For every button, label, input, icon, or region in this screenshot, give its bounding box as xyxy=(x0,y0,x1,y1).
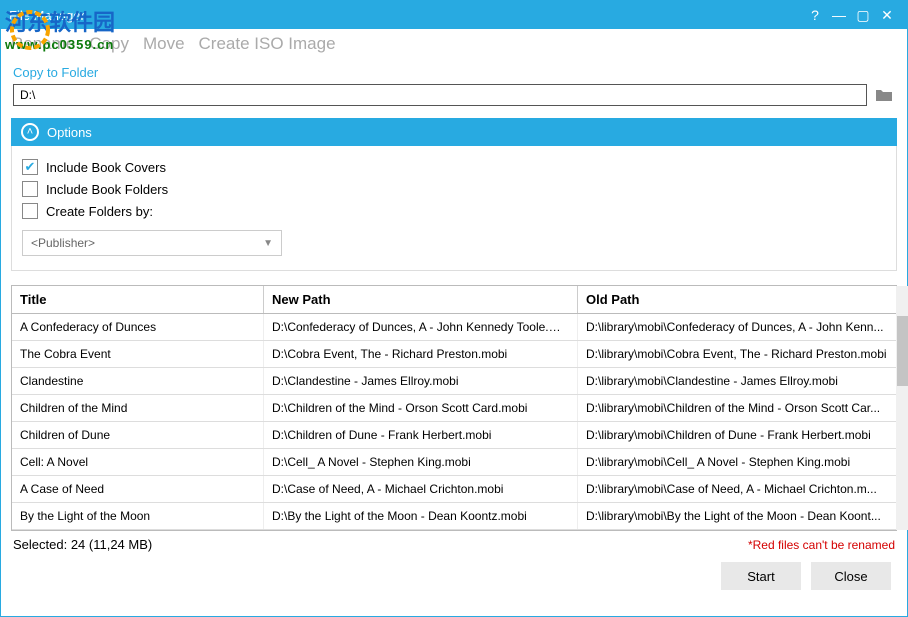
warning-text: *Red files can't be renamed xyxy=(748,538,895,552)
file-table: Title New Path Old Path A Confederacy of… xyxy=(11,285,897,531)
maximize-button[interactable]: ▢ xyxy=(851,5,875,25)
cell-oldPath: D:\library\mobi\Clandestine - James Ellr… xyxy=(578,368,896,394)
copy-to-label: Copy to Folder xyxy=(1,59,907,84)
tab-copy[interactable]: Copy xyxy=(89,34,129,54)
cell-title: A Confederacy of Dunces xyxy=(12,314,264,340)
cell-newPath: D:\Children of Dune - Frank Herbert.mobi xyxy=(264,422,578,448)
folder-icon xyxy=(875,88,893,102)
table-row[interactable]: Children of DuneD:\Children of Dune - Fr… xyxy=(12,422,896,449)
tab-move[interactable]: Move xyxy=(143,34,185,54)
cell-oldPath: D:\library\mobi\Children of the Mind - O… xyxy=(578,395,896,421)
cell-oldPath: D:\library\mobi\By the Light of the Moon… xyxy=(578,503,896,529)
cell-title: The Cobra Event xyxy=(12,341,264,367)
options-title: Options xyxy=(47,125,92,140)
collapse-icon[interactable]: ˄ xyxy=(21,123,39,141)
tab-rename[interactable]: Rename xyxy=(11,34,75,54)
button-row: Start Close xyxy=(1,552,907,600)
include-covers-label: Include Book Covers xyxy=(46,160,166,175)
cell-title: Children of the Mind xyxy=(12,395,264,421)
cell-title: Cell: A Novel xyxy=(12,449,264,475)
folder-by-value: <Publisher> xyxy=(31,236,95,250)
status-bar: Selected: 24 (11,24 MB) *Red files can't… xyxy=(1,531,907,552)
selected-count: Selected: 24 (11,24 MB) xyxy=(13,537,748,552)
table-row[interactable]: A Confederacy of DuncesD:\Confederacy of… xyxy=(12,314,896,341)
close-button[interactable]: Close xyxy=(811,562,891,590)
cell-title: Clandestine xyxy=(12,368,264,394)
cell-newPath: D:\Case of Need, A - Michael Crichton.mo… xyxy=(264,476,578,502)
cell-title: By the Light of the Moon xyxy=(12,503,264,529)
tab-create-iso[interactable]: Create ISO Image xyxy=(199,34,336,54)
cell-oldPath: D:\library\mobi\Cobra Event, The - Richa… xyxy=(578,341,896,367)
table-row[interactable]: Children of the MindD:\Children of the M… xyxy=(12,395,896,422)
include-folders-label: Include Book Folders xyxy=(46,182,168,197)
close-window-button[interactable]: ✕ xyxy=(875,5,899,25)
include-covers-checkbox[interactable] xyxy=(22,159,38,175)
cell-title: A Case of Need xyxy=(12,476,264,502)
options-header[interactable]: ˄ Options xyxy=(11,118,897,146)
scrollbar[interactable] xyxy=(896,286,908,530)
table-row[interactable]: The Cobra EventD:\Cobra Event, The - Ric… xyxy=(12,341,896,368)
header-new-path[interactable]: New Path xyxy=(264,286,578,313)
cell-newPath: D:\Children of the Mind - Orson Scott Ca… xyxy=(264,395,578,421)
titlebar: File Manager ? — ▢ ✕ xyxy=(1,1,907,29)
chevron-down-icon: ▼ xyxy=(263,238,273,249)
create-folders-checkbox[interactable] xyxy=(22,203,38,219)
cell-newPath: D:\Clandestine - James Ellroy.mobi xyxy=(264,368,578,394)
header-title[interactable]: Title xyxy=(12,286,264,313)
cell-oldPath: D:\library\mobi\Cell_ A Novel - Stephen … xyxy=(578,449,896,475)
tab-bar: Rename Copy Move Create ISO Image xyxy=(1,29,907,59)
cell-oldPath: D:\library\mobi\Case of Need, A - Michae… xyxy=(578,476,896,502)
options-panel: Include Book Covers Include Book Folders… xyxy=(11,146,897,271)
folder-by-select[interactable]: <Publisher> ▼ xyxy=(22,230,282,256)
include-folders-checkbox[interactable] xyxy=(22,181,38,197)
cell-newPath: D:\By the Light of the Moon - Dean Koont… xyxy=(264,503,578,529)
cell-newPath: D:\Confederacy of Dunces, A - John Kenne… xyxy=(264,314,578,340)
create-folders-label: Create Folders by: xyxy=(46,204,153,219)
cell-oldPath: D:\library\mobi\Children of Dune - Frank… xyxy=(578,422,896,448)
header-old-path[interactable]: Old Path xyxy=(578,286,896,313)
cell-title: Children of Dune xyxy=(12,422,264,448)
cell-oldPath: D:\library\mobi\Confederacy of Dunces, A… xyxy=(578,314,896,340)
table-row[interactable]: ClandestineD:\Clandestine - James Ellroy… xyxy=(12,368,896,395)
table-row[interactable]: A Case of NeedD:\Case of Need, A - Micha… xyxy=(12,476,896,503)
table-row[interactable]: By the Light of the MoonD:\By the Light … xyxy=(12,503,896,530)
scrollbar-thumb[interactable] xyxy=(897,316,908,386)
minimize-button[interactable]: — xyxy=(827,5,851,25)
browse-folder-button[interactable] xyxy=(873,84,895,106)
path-input[interactable] xyxy=(13,84,867,106)
cell-newPath: D:\Cell_ A Novel - Stephen King.mobi xyxy=(264,449,578,475)
table-body: A Confederacy of DuncesD:\Confederacy of… xyxy=(12,314,896,530)
table-header: Title New Path Old Path xyxy=(12,286,896,314)
table-row[interactable]: Cell: A NovelD:\Cell_ A Novel - Stephen … xyxy=(12,449,896,476)
start-button[interactable]: Start xyxy=(721,562,801,590)
help-button[interactable]: ? xyxy=(803,5,827,25)
cell-newPath: D:\Cobra Event, The - Richard Preston.mo… xyxy=(264,341,578,367)
window-title: File Manager xyxy=(9,8,803,23)
